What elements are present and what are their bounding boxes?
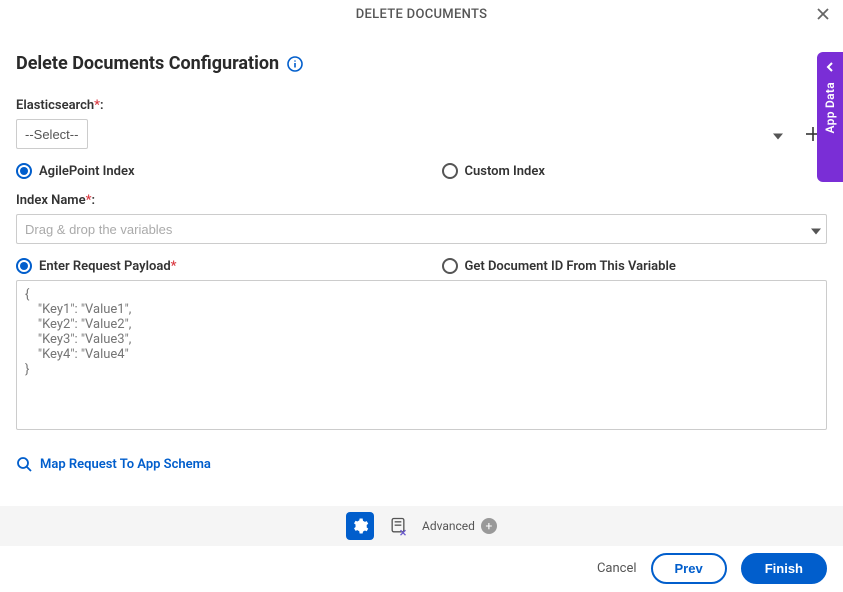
radio-button-unselected-icon — [442, 163, 458, 179]
document-remove-button[interactable] — [384, 512, 412, 540]
elasticsearch-select[interactable]: --Select-- — [16, 119, 88, 149]
close-icon — [816, 7, 830, 21]
settings-button[interactable] — [346, 512, 374, 540]
dialog-title: DELETE DOCUMENTS — [356, 7, 488, 22]
advanced-toggle[interactable]: Advanced + — [422, 518, 497, 534]
info-icon[interactable] — [287, 56, 303, 72]
chevron-left-icon — [825, 62, 835, 72]
prev-button[interactable]: Prev — [651, 553, 727, 584]
elasticsearch-label: Elasticsearch*: — [16, 98, 827, 113]
note-x-icon — [388, 516, 408, 536]
radio-enter-request-payload[interactable]: Enter Request Payload* — [16, 258, 402, 274]
index-name-input[interactable] — [16, 214, 827, 244]
form-area: Elasticsearch*: --Select-- AgilePoint In… — [0, 98, 843, 476]
page-title-row: Delete Documents Configuration — [0, 28, 843, 84]
radio-button-selected-icon — [16, 258, 32, 274]
dropdown-caret-icon — [773, 125, 783, 144]
finish-button[interactable]: Finish — [741, 553, 827, 584]
radio-button-unselected-icon — [442, 258, 458, 274]
radio-agilepoint-index[interactable]: AgilePoint Index — [16, 163, 402, 179]
plus-circle-icon: + — [481, 518, 497, 534]
cancel-button[interactable]: Cancel — [597, 561, 637, 576]
elasticsearch-select-wrapper: --Select-- — [16, 119, 789, 149]
index-name-label: Index Name*: — [16, 193, 827, 208]
magnifier-icon — [16, 456, 32, 472]
gear-icon — [351, 517, 369, 535]
map-request-to-app-schema-link[interactable]: Map Request To App Schema — [16, 456, 211, 472]
radio-custom-index[interactable]: Custom Index — [442, 163, 828, 179]
page-title: Delete Documents Configuration — [16, 53, 279, 74]
payload-source-radio-group: Enter Request Payload* Get Document ID F… — [16, 258, 827, 274]
footer-buttons: Cancel Prev Finish — [597, 553, 827, 584]
close-button[interactable] — [813, 4, 833, 24]
dialog-header: DELETE DOCUMENTS — [0, 0, 843, 28]
index-type-radio-group: AgilePoint Index Custom Index — [16, 163, 827, 179]
radio-get-document-id-from-variable[interactable]: Get Document ID From This Variable — [442, 258, 828, 274]
radio-button-selected-icon — [16, 163, 32, 179]
app-data-side-tab[interactable]: App Data — [817, 52, 843, 182]
bottom-toolbar: Advanced + — [0, 506, 843, 546]
request-payload-textarea[interactable] — [16, 280, 827, 430]
